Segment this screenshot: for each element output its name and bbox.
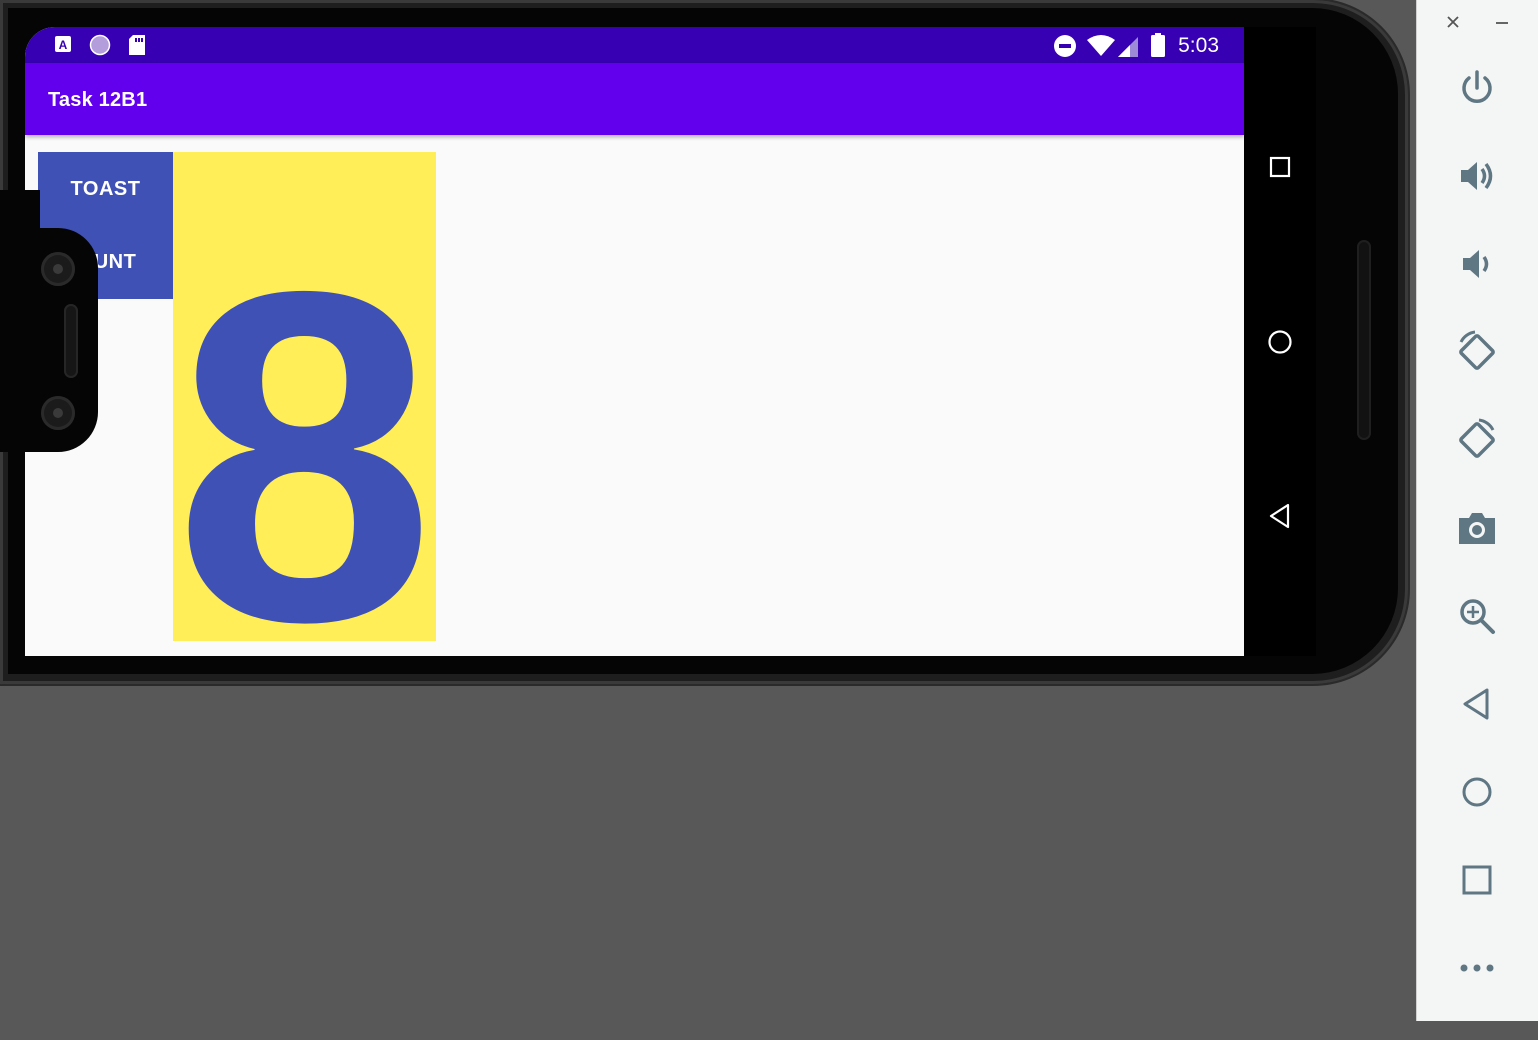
back-icon[interactable] <box>1451 678 1503 730</box>
volume-down-icon[interactable] <box>1451 238 1503 290</box>
app-bar: Task 12B1 <box>25 63 1244 135</box>
sd-card-icon <box>127 34 147 61</box>
zoom-icon[interactable] <box>1451 590 1503 642</box>
circle-notification-icon <box>89 34 111 61</box>
side-button-slot <box>1357 240 1371 440</box>
power-icon[interactable] <box>1451 62 1503 114</box>
front-sensor-icon <box>41 396 75 430</box>
rotate-left-icon[interactable] <box>1451 326 1503 378</box>
do-not-disturb-icon <box>1053 34 1077 63</box>
earpiece-speaker <box>64 304 78 378</box>
app-a-icon: A <box>54 35 72 58</box>
rotate-right-icon[interactable] <box>1451 414 1503 466</box>
close-icon[interactable] <box>1441 10 1465 34</box>
recents-icon[interactable] <box>1264 151 1296 183</box>
minimize-icon[interactable] <box>1490 10 1514 34</box>
notch-corner <box>0 190 40 230</box>
clock: 5:03 <box>1178 34 1219 57</box>
wifi-icon <box>1087 35 1115 62</box>
back-icon[interactable] <box>1264 500 1296 532</box>
volume-up-icon[interactable] <box>1451 150 1503 202</box>
count-display: 8 <box>173 152 436 641</box>
page-title: Task 12B1 <box>48 89 148 111</box>
overview-icon[interactable] <box>1451 854 1503 906</box>
home-icon[interactable] <box>1264 326 1296 358</box>
front-camera-icon <box>41 252 75 286</box>
signal-icon <box>1117 36 1139 63</box>
emulator-toolbar <box>1416 0 1538 1021</box>
navigation-bar <box>1244 27 1316 656</box>
toast-button-label: TOAST <box>70 177 141 200</box>
svg-text:A: A <box>59 38 68 52</box>
camera-icon[interactable] <box>1451 502 1503 554</box>
more-icon[interactable] <box>1451 942 1503 994</box>
count-value: 8 <box>173 194 436 642</box>
device-screen: A 5:03 Task 12B1 TOAST COUNT 8 <box>25 27 1244 656</box>
status-bar: A 5:03 <box>25 27 1244 63</box>
home-icon[interactable] <box>1451 766 1503 818</box>
battery-icon <box>1151 33 1165 62</box>
toast-button[interactable]: TOAST <box>38 152 173 226</box>
